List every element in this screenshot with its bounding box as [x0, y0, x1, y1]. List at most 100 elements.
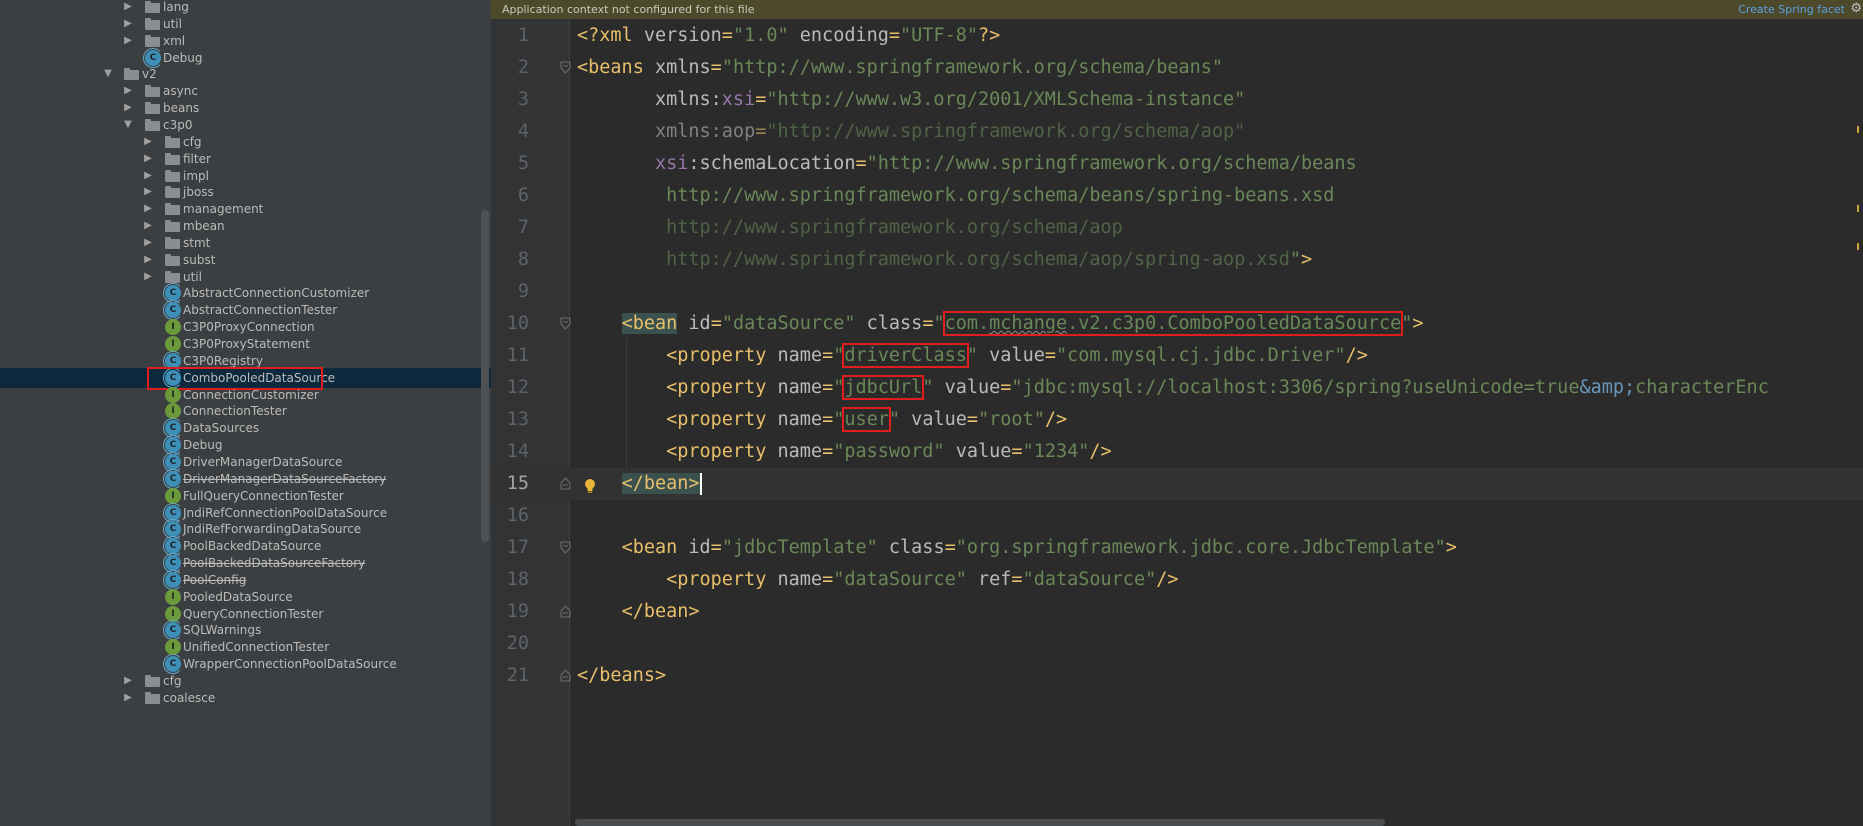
- gear-icon[interactable]: ⚙: [1850, 0, 1862, 17]
- code-line[interactable]: 5 xsi:schemaLocation="http://www.springf…: [491, 148, 1863, 180]
- code-token: "http://www.springframework.org/schema/b…: [866, 153, 1357, 174]
- interface-icon: I: [165, 588, 181, 605]
- code-line[interactable]: 6 http://www.springframework.org/schema/…: [491, 180, 1863, 212]
- collapse-arrow-icon[interactable]: ▶: [122, 101, 134, 115]
- collapse-arrow-icon[interactable]: ▶: [142, 236, 154, 250]
- code-line[interactable]: 3 xmlns:xsi="http://www.w3.org/2001/XMLS…: [491, 84, 1863, 116]
- fold-marker-icon[interactable]: [560, 61, 571, 74]
- fold-marker-icon[interactable]: [560, 477, 571, 490]
- code-line[interactable]: 13 <property name="user" value="root"/>: [491, 404, 1863, 436]
- code-token: "com.mysql.cj.jdbc.Driver": [1055, 345, 1346, 366]
- tree-item-label: async: [163, 84, 198, 99]
- code-line[interactable]: 12 <property name="jdbcUrl" value="jdbc:…: [491, 372, 1863, 404]
- code-text: <property name="password" value="1234"/>: [577, 436, 1112, 468]
- interface-icon: I: [165, 487, 181, 504]
- code-line[interactable]: 4 xmlns:aop="http://www.springframework.…: [491, 116, 1863, 148]
- highlighted-token: jdbcUrl: [842, 375, 925, 400]
- highlighted-token: driverClass: [842, 343, 969, 368]
- collapse-arrow-icon[interactable]: ▶: [122, 34, 134, 48]
- code-line[interactable]: 8 http://www.springframework.org/schema/…: [491, 244, 1863, 276]
- expand-arrow-icon[interactable]: ▼: [122, 118, 134, 132]
- code-line[interactable]: 16: [491, 500, 1863, 532]
- tree-folder-row[interactable]: ▶ coalesce: [0, 688, 482, 708]
- tree-item-label: FullQueryConnectionTester: [183, 488, 344, 503]
- collapse-arrow-icon[interactable]: ▶: [142, 152, 154, 166]
- error-stripe-marker[interactable]: [1857, 243, 1859, 250]
- text-caret: [699, 473, 702, 495]
- code-line[interactable]: 2 <beans xmlns="http://www.springframewor…: [491, 52, 1863, 84]
- expand-arrow-icon[interactable]: ▼: [102, 67, 114, 81]
- tree-item-label: PoolBackedDataSourceFactory: [183, 556, 366, 571]
- folder-icon: [165, 236, 180, 249]
- code-line[interactable]: 21 </beans>: [491, 660, 1863, 692]
- error-stripe-marker[interactable]: [1857, 126, 1859, 133]
- code-line[interactable]: 14 <property name="password" value="1234…: [491, 436, 1863, 468]
- tree-item-label: AbstractConnectionCustomizer: [183, 286, 370, 301]
- code-token: =: [1044, 345, 1056, 366]
- code-token: ref: [966, 569, 1012, 590]
- line-number: 7: [517, 217, 529, 238]
- line-number: 12: [506, 377, 529, 398]
- folder-icon: [145, 118, 160, 131]
- code-token: characterEnc: [1635, 377, 1769, 398]
- code-token: value: [933, 377, 1001, 398]
- line-number: 10: [506, 313, 529, 334]
- collapse-arrow-icon[interactable]: ▶: [142, 185, 154, 199]
- code-text: <property name="driverClass" value="com.…: [577, 340, 1368, 372]
- collapse-arrow-icon[interactable]: ▶: [142, 135, 154, 149]
- collapse-arrow-icon[interactable]: ▶: [122, 84, 134, 98]
- collapse-arrow-icon[interactable]: ▶: [142, 270, 154, 284]
- project-tree-scrollbar[interactable]: [481, 210, 489, 542]
- code-line[interactable]: 9: [491, 276, 1863, 308]
- fold-marker-icon[interactable]: [560, 541, 571, 554]
- collapse-arrow-icon[interactable]: ▶: [122, 691, 134, 705]
- fold-marker-icon[interactable]: [560, 605, 571, 618]
- code-token: "dataSource": [1022, 569, 1157, 590]
- tree-item-label: DataSources: [183, 421, 260, 436]
- collapse-arrow-icon[interactable]: ▶: [142, 219, 154, 233]
- collapse-arrow-icon[interactable]: ▶: [122, 0, 134, 14]
- code-line[interactable]: 18 <property name="dataSource" ref="data…: [491, 564, 1863, 596]
- collapse-arrow-icon[interactable]: ▶: [122, 674, 134, 688]
- collapse-arrow-icon[interactable]: ▶: [142, 202, 154, 216]
- folder-icon: [165, 203, 180, 216]
- code-token: <beans: [577, 57, 655, 78]
- code-token: class: [877, 537, 945, 558]
- horizontal-scrollbar[interactable]: [575, 819, 1385, 826]
- code-line[interactable]: 15 </bean>: [491, 468, 1863, 500]
- error-stripe-marker[interactable]: [1857, 205, 1859, 212]
- code-token: encoding: [788, 25, 889, 46]
- fold-marker-icon[interactable]: [560, 317, 571, 330]
- tree-item-label: v2: [142, 67, 157, 82]
- code-line[interactable]: 1 <?xml version="1.0" encoding="UTF-8"?>: [491, 20, 1863, 52]
- code-line[interactable]: 19 </bean>: [491, 596, 1863, 628]
- tree-item-label: UnifiedConnectionTester: [183, 640, 330, 655]
- tree-item-label: C3P0ProxyStatement: [183, 337, 310, 351]
- collapse-arrow-icon[interactable]: ▶: [142, 169, 154, 183]
- code-line[interactable]: 10 <bean id="dataSource" class="com.mcha…: [491, 308, 1863, 340]
- code-line[interactable]: 11 <property name="driverClass" value="c…: [491, 340, 1863, 372]
- tree-item-label: SQLWarnings: [183, 623, 262, 638]
- code-line[interactable]: 20: [491, 628, 1863, 660]
- code-token: <property: [666, 569, 778, 590]
- code-line[interactable]: 17 <bean id="jdbcTemplate" class="org.sp…: [491, 532, 1863, 564]
- code-token: >: [1412, 313, 1424, 334]
- fold-marker-icon[interactable]: [560, 669, 571, 682]
- code-token: "jdbcTemplate": [721, 537, 878, 558]
- collapse-arrow-icon[interactable]: ▶: [142, 253, 154, 267]
- collapse-arrow-icon[interactable]: ▶: [122, 17, 134, 31]
- code-token: =: [822, 377, 834, 398]
- code-text: </beans>: [577, 660, 666, 692]
- code-text: http://www.springframework.org/schema/be…: [577, 180, 1334, 212]
- code-token: </bean>: [621, 473, 700, 494]
- tree-item-label: subst: [183, 252, 216, 267]
- tree-item-label: DriverManagerDataSource: [183, 454, 343, 469]
- code-line[interactable]: 7 http://www.springframework.org/schema/…: [491, 212, 1863, 244]
- create-spring-facet-link[interactable]: Create Spring facet: [1738, 1, 1845, 18]
- tree-item-label: JndiRefConnectionPoolDataSource: [183, 505, 388, 520]
- xml-editor[interactable]: Application context not configured for t…: [491, 0, 1863, 826]
